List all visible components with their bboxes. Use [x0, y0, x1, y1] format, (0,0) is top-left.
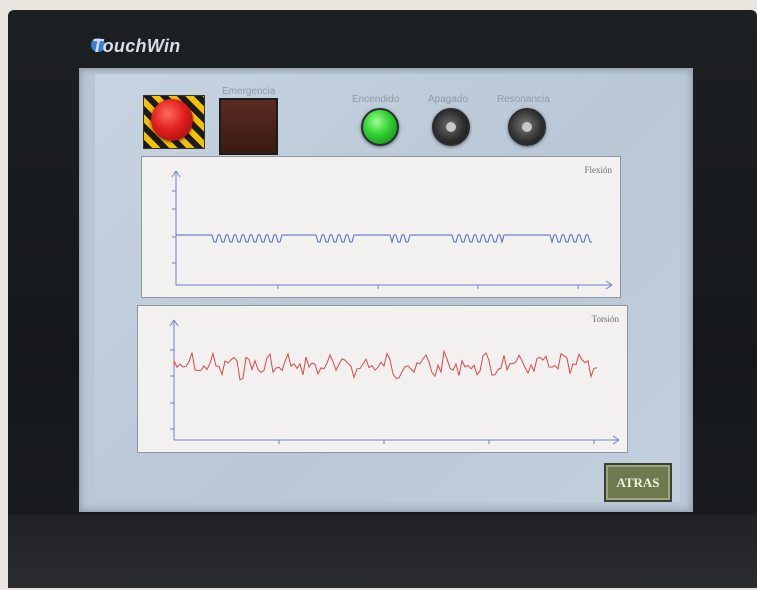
- resonancia-led: [508, 108, 546, 146]
- brand-logo: TouchWin: [92, 36, 181, 56]
- y-axis-arrow: [175, 170, 181, 178]
- flexion-chart: [171, 170, 613, 290]
- emergency-stop-button[interactable]: [151, 99, 193, 141]
- torsion-chart: [169, 319, 620, 445]
- emergencia-label: Emergencia: [222, 86, 276, 97]
- torsion-axes: [169, 319, 620, 445]
- encendido-label: Encendido: [352, 94, 400, 105]
- x-axis-arrow: [605, 284, 613, 290]
- flexion-axes: [171, 170, 613, 290]
- apagado-led: [432, 108, 470, 146]
- encendido-led: [361, 108, 399, 146]
- apagado-label: Apagado: [428, 94, 469, 105]
- atras-button[interactable]: ATRAS: [604, 463, 672, 502]
- y-axis-arrow: [171, 170, 177, 178]
- emergencia-indicator: [219, 98, 278, 155]
- bezel-lower: [8, 515, 757, 588]
- torsion-signal-line: [173, 349, 598, 381]
- flexion-chart-panel: Flexión: [141, 156, 621, 298]
- flexion-signal-line: [176, 234, 592, 244]
- x-axis-arrow: [612, 439, 620, 445]
- y-axis-arrow: [169, 319, 175, 327]
- resonancia-led-core: [522, 122, 532, 132]
- y-axis-arrow: [173, 319, 179, 327]
- x-axis-arrow: [605, 280, 613, 286]
- resonancia-label: Resonancia: [497, 94, 550, 105]
- x-axis-arrow: [612, 435, 620, 441]
- torsion-chart-panel: Torsión: [137, 305, 628, 453]
- apagado-led-core: [446, 122, 456, 132]
